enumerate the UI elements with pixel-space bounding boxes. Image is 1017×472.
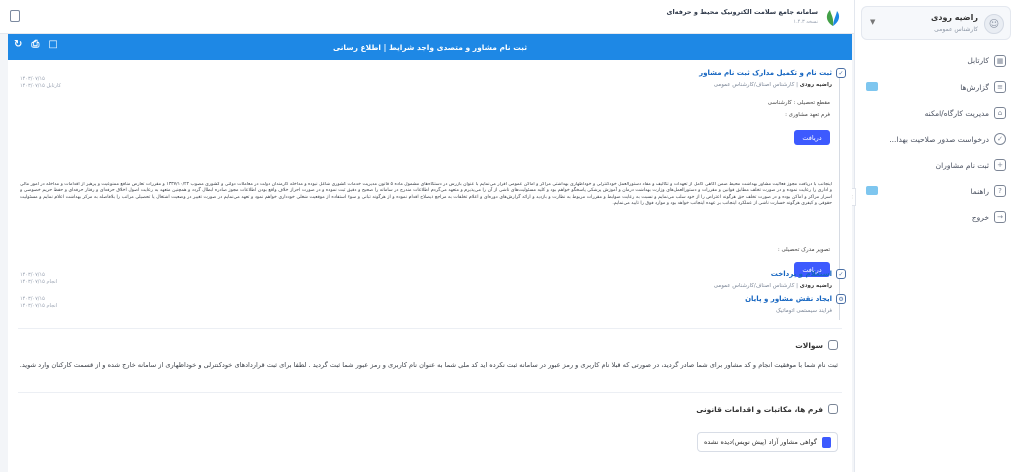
check-circle-icon: ✓	[994, 133, 1006, 145]
help-icon: ?	[994, 185, 1006, 197]
divider	[18, 392, 842, 393]
sidebar-item-dashboard[interactable]: ▦ کارتابل	[860, 48, 1012, 73]
sidebar-item-label: مدیریت کارگاه/امکنه	[924, 108, 989, 118]
app-version: نسخه ۱.۴.۳	[793, 19, 818, 25]
top-header: سامانه جامع سلامت الکترونیک محیط و حرفه‌…	[0, 0, 854, 34]
step-role: | کارشناس اصناف/کارشناس عمومی	[713, 82, 798, 88]
timeline-line	[839, 68, 840, 320]
step-date-line: کارتابل ۱۴۰۳/۰۷/۱۵	[20, 83, 61, 89]
step-role: | کارشناس اصناف/کارشناس عمومی	[713, 283, 798, 289]
sidebar-item-label: گزارش‌ها	[960, 82, 989, 92]
main-panel: ثبت نام مشاور و متصدی واجد شرایط | اطلاع…	[8, 34, 852, 472]
step-date: ۱۴۰۳/۰۷/۱۵ انجام ۱۴۰۳/۰۷/۱۵	[20, 272, 57, 286]
folder-icon[interactable]: □	[48, 39, 57, 50]
sidebar-item-label: خروج	[971, 212, 989, 222]
forms-section-title: فرم ها، مکاتبات و اقدامات قانونی	[696, 404, 838, 414]
step-check-icon: ✓	[836, 68, 846, 78]
step-inquiry-payment: ✓ استعلام و پرداخت	[771, 269, 846, 279]
education-field: مقطع تحصیلی : کارشناسی	[767, 100, 830, 106]
download-button[interactable]: دریافت	[794, 130, 830, 145]
step-date-line: ۱۴۰۳/۰۷/۱۵	[20, 76, 45, 82]
step-date-line: انجام ۱۴۰۳/۰۷/۱۵	[20, 279, 58, 285]
panel-header: ثبت نام مشاور و متصدی واجد شرایط | اطلاع…	[8, 34, 852, 60]
sidebar-item-certificate-request[interactable]: ✓ درخواست صدور صلاحیت بهدا...	[860, 127, 1012, 151]
sidebar-item-label: درخواست صدور صلاحیت بهدا...	[889, 134, 989, 144]
grid-icon: ▦	[994, 54, 1006, 67]
sidebar-item-logout[interactable]: → خروج	[860, 205, 1012, 229]
degree-image-field: تصویر مدرک تحصیلی :	[777, 247, 830, 253]
sidebar-item-consultant-register[interactable]: + ثبت نام مشاوران	[860, 153, 1012, 177]
divider	[18, 328, 842, 329]
commitment-form-field: فرم تعهد مشاوری :	[785, 112, 830, 118]
consultant-certificate-link[interactable]: گواهی مشاور آزاد (پیش نویس)دیده نشده	[697, 432, 838, 452]
forms-title: فرم ها، مکاتبات و اقدامات قانونی	[696, 404, 823, 414]
step-user: راضیه رودی	[799, 82, 832, 88]
faq-text: ثبت نام شما با موفقیت انجام و کد مشاور ب…	[19, 361, 838, 369]
step-user: راضیه رودی	[799, 283, 832, 289]
panel-toolbar: ↻ ⎙ □	[14, 39, 58, 50]
refresh-icon[interactable]: ↻	[14, 39, 22, 50]
step-gear-icon: ⚙	[836, 294, 846, 304]
user-name: راضیه رودی	[931, 13, 978, 22]
step-user-meta: راضیه رودی | کارشناس اصناف/کارشناس عمومی	[714, 82, 832, 88]
sidebar-item-help[interactable]: ? راهنما	[860, 179, 1012, 203]
doc-label: گواهی مشاور آزاد (پیش نویس)دیده نشده	[704, 438, 817, 446]
sidebar-badge	[866, 82, 878, 91]
sidebar-item-label: ثبت نام مشاوران	[935, 160, 989, 170]
step-date-line: انجام ۱۴۰۳/۰۷/۱۵	[20, 303, 58, 309]
faq-title: سوالات	[795, 340, 823, 350]
print-icon[interactable]: ⎙	[31, 39, 39, 50]
app-title: سامانه جامع سلامت الکترونیک محیط و حرفه‌…	[666, 8, 819, 16]
sidebar: ☺ راضیه رودی کارشناس عمومی ▼ ▦ کارتابل ≡…	[854, 0, 1017, 472]
sidebar-nav: ▦ کارتابل ≡ گزارش‌ها ⌂ مدیریت کارگاه/امک…	[855, 48, 1017, 229]
step-title: استعلام و پرداخت	[770, 270, 832, 278]
panel-title: ثبت نام مشاور و متصدی واجد شرایط | اطلاع…	[333, 42, 528, 52]
user-card[interactable]: ☺ راضیه رودی کارشناس عمومی ▼	[861, 6, 1011, 40]
step-user-meta: راضیه رودی | کارشناس اصناف/کارشناس عمومی	[714, 283, 832, 289]
sidebar-item-label: راهنما	[970, 186, 989, 196]
user-add-icon: +	[994, 159, 1006, 171]
chevron-down-icon[interactable]: ▼	[870, 18, 875, 26]
file-icon	[822, 436, 831, 448]
step-system-meta: فرایند سیستمی اتوماتیک	[776, 308, 832, 314]
faq-section-title: سوالات	[795, 340, 838, 350]
step-date: ۱۴۰۳/۰۷/۱۵ کارتابل ۱۴۰۳/۰۷/۱۵	[20, 76, 61, 90]
step-create-role: ⚙ ایجاد نقش مشاور و پایان	[745, 294, 846, 304]
report-icon: ≡	[994, 81, 1006, 93]
step-register-documents: ✓ ثبت نام و تکمیل مدارک ثبت نام مشاور	[699, 68, 846, 78]
chat-icon	[828, 340, 838, 350]
commitment-text: اینجانب با دریافت مجوز فعالیت مشاور بهدا…	[20, 182, 832, 207]
logout-icon: →	[994, 211, 1006, 223]
step-date-line: ۱۴۰۳/۰۷/۱۵	[20, 272, 45, 278]
step-date: ۱۴۰۳/۰۷/۱۵ انجام ۱۴۰۳/۰۷/۱۵	[20, 296, 57, 310]
document-icon[interactable]	[10, 10, 20, 22]
sidebar-item-reports[interactable]: ≡ گزارش‌ها	[860, 75, 1012, 99]
sidebar-item-label: کارتابل	[967, 56, 989, 65]
step-title: ثبت نام و تکمیل مدارک ثبت نام مشاور	[699, 69, 832, 77]
home-icon: ⌂	[994, 107, 1006, 119]
sidebar-item-workshops[interactable]: ⌂ مدیریت کارگاه/امکنه	[860, 101, 1012, 125]
user-role: کارشناس عمومی	[934, 26, 978, 33]
user-avatar-icon: ☺	[984, 14, 1004, 34]
folder-icon	[828, 404, 838, 414]
step-date-line: ۱۴۰۳/۰۷/۱۵	[20, 296, 45, 302]
sidebar-badge	[866, 186, 878, 195]
brand-logo-icon	[826, 10, 840, 26]
step-title: ایجاد نقش مشاور و پایان	[745, 295, 832, 303]
step-check-icon: ✓	[836, 269, 846, 279]
